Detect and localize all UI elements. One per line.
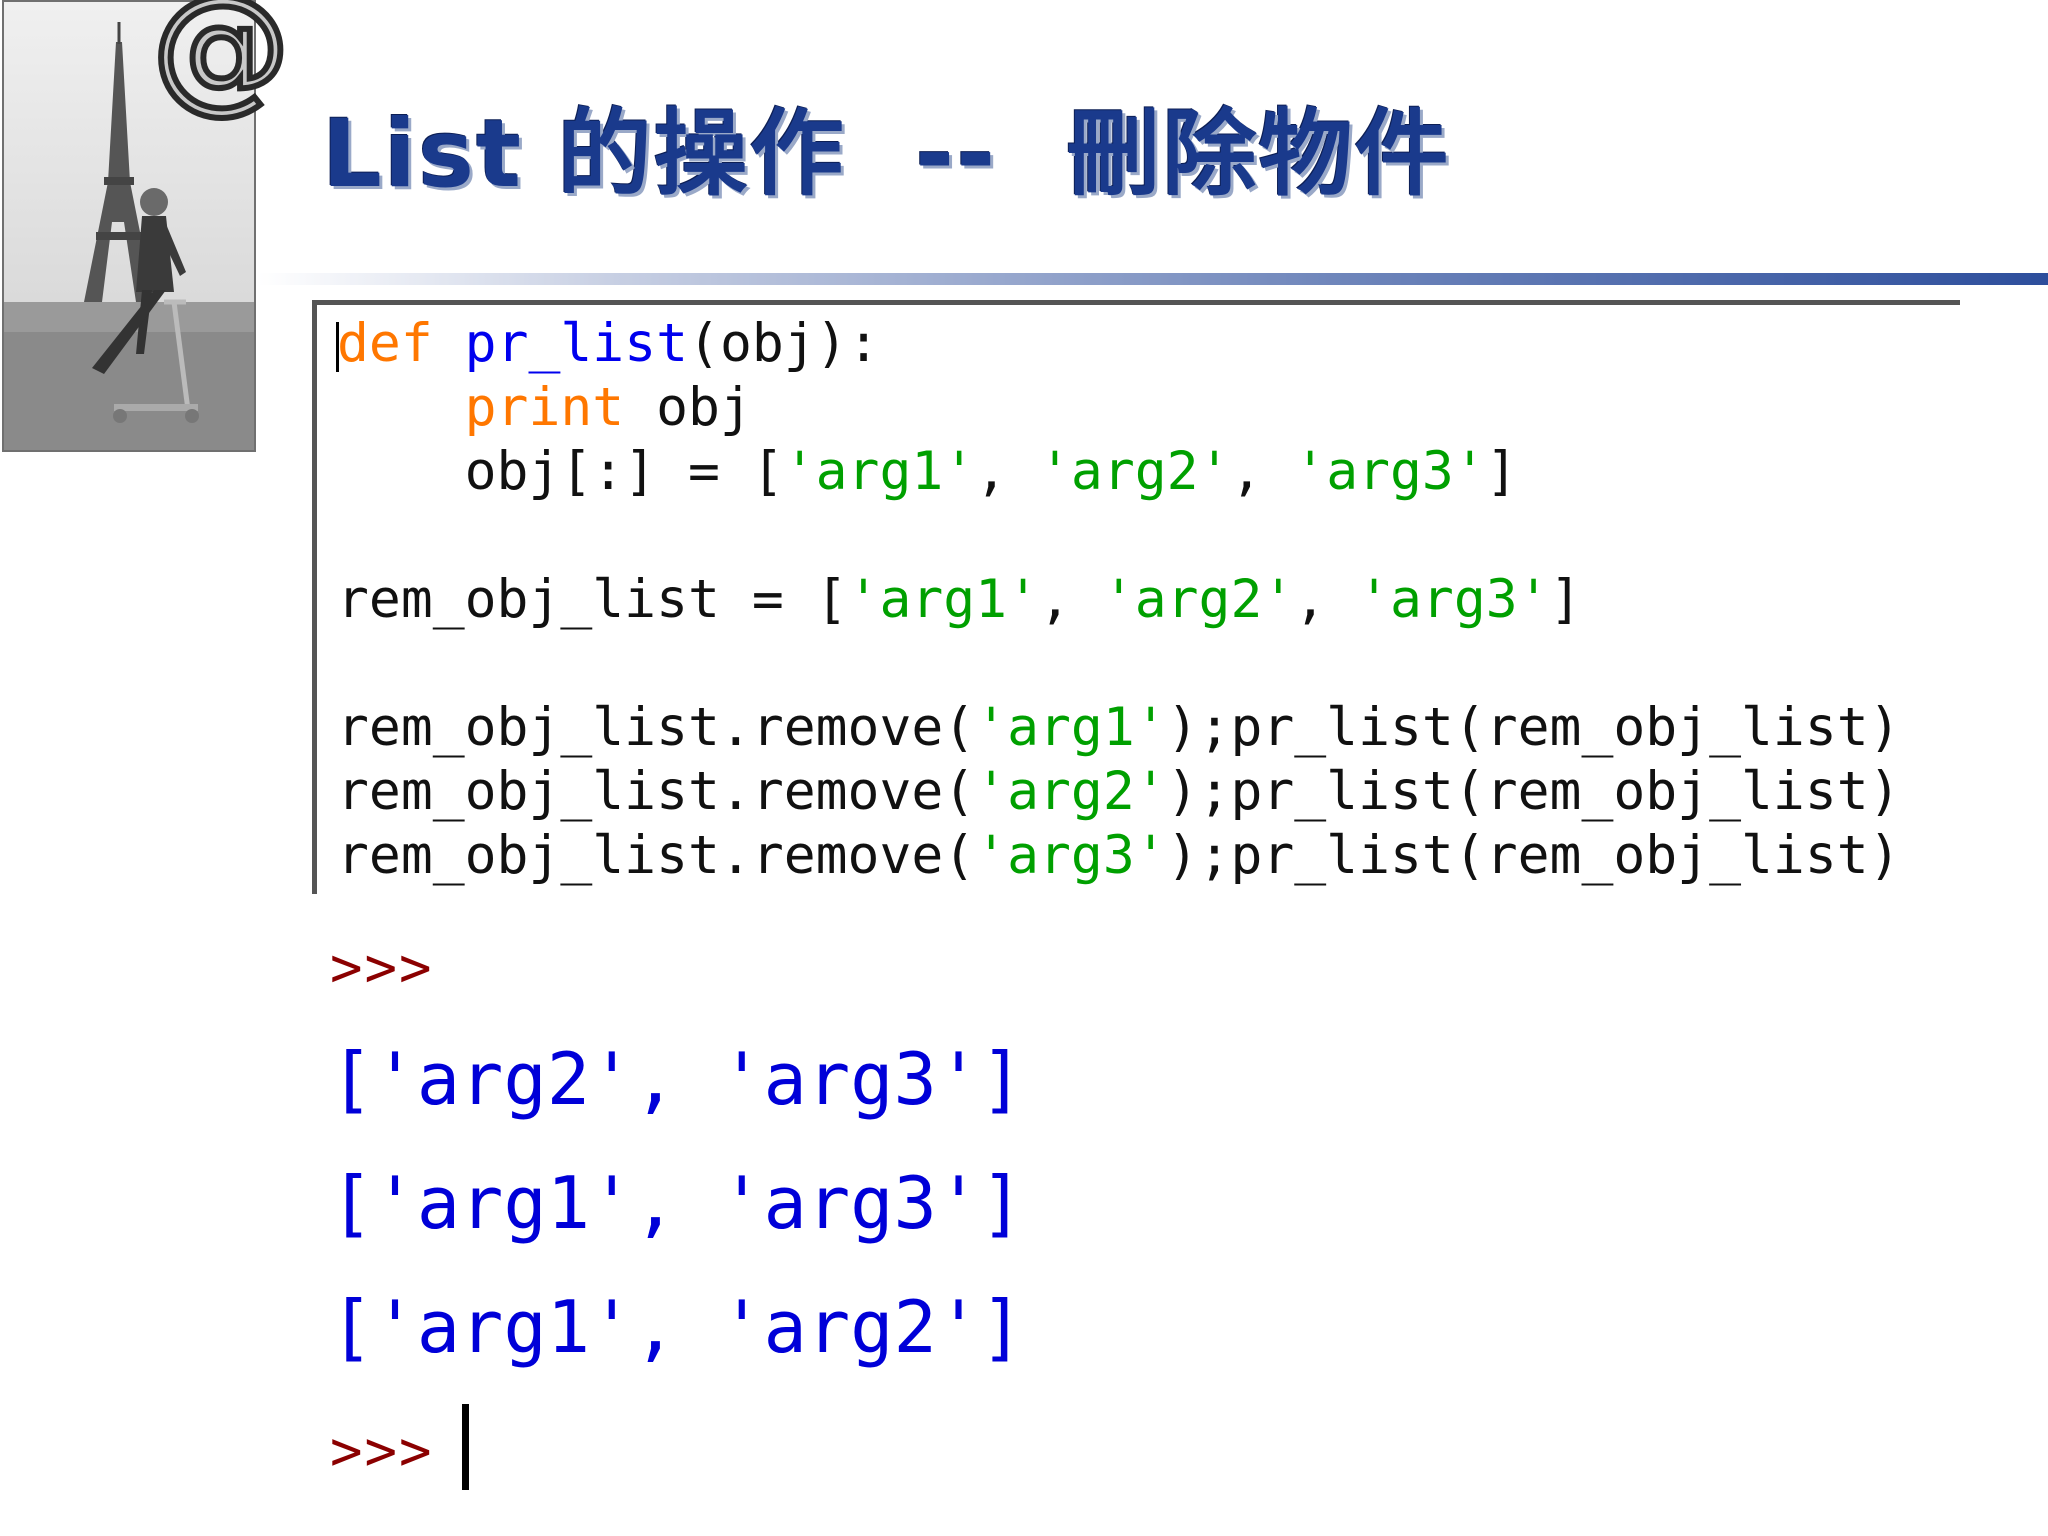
code-line: rem_obj_list.remove('arg1');pr_list(rem_… — [337, 696, 1901, 760]
code-line: rem_obj_list = ['arg1', 'arg2', 'arg3'] — [337, 568, 1901, 632]
code-token: 'arg2' — [1102, 569, 1295, 630]
code-token: );pr_list(rem_obj_list) — [1166, 825, 1901, 886]
shell-output-line: ['arg2', 'arg3'] — [330, 1037, 1024, 1121]
shell-prompt-active[interactable]: >>> — [330, 1404, 1024, 1490]
code-token: , — [1039, 569, 1103, 630]
code-token: print — [464, 377, 625, 438]
code-token: obj — [624, 377, 752, 438]
code-line: rem_obj_list.remove('arg2');pr_list(rem_… — [337, 760, 1901, 824]
shell-output-line: ['arg1', 'arg3'] — [330, 1161, 1024, 1245]
code-token: 'arg1' — [847, 569, 1039, 630]
at-logo-icon: @ — [149, 0, 293, 127]
code-token: 'arg1' — [783, 441, 976, 502]
shell-prompt-text: >>> — [330, 1419, 434, 1483]
code-token: 'arg2' — [1039, 441, 1231, 502]
code-token: pr_list — [464, 313, 689, 374]
code-token: 'arg2' — [975, 761, 1167, 822]
code-token: 'arg3' — [1294, 441, 1486, 502]
title-divider — [258, 273, 2048, 285]
code-line: def pr_list(obj): — [337, 312, 1901, 376]
code-token: , — [975, 441, 1040, 502]
code-token: , — [1294, 569, 1359, 630]
code-token: );pr_list(rem_obj_list) — [1166, 761, 1901, 822]
code-token: rem_obj_list = [ — [337, 569, 848, 630]
code-line: rem_obj_list.remove('arg3');pr_list(rem_… — [337, 824, 1901, 888]
code-token: rem_obj_list.remove( — [337, 825, 976, 886]
code-token: ] — [1549, 569, 1582, 630]
python-shell-output[interactable]: >>> ['arg2', 'arg3'] ['arg1', 'arg3'] ['… — [330, 900, 1024, 1491]
code-token: (obj): — [688, 313, 880, 374]
code-token: , — [1230, 441, 1295, 502]
code-line: obj[:] = ['arg1', 'arg2', 'arg3'] — [337, 440, 1901, 504]
code-token: rem_obj_list.remove( — [337, 697, 976, 758]
code-token: 'arg3' — [1358, 569, 1550, 630]
shell-prompt: >>> — [330, 936, 434, 999]
code-token: obj[:] = [ — [337, 441, 784, 502]
code-token: );pr_list(rem_obj_list) — [1166, 697, 1901, 758]
slide-title: List 的操作 -- 刪除物件 — [322, 100, 1451, 209]
code-token: def — [337, 313, 433, 374]
code-token: 'arg1' — [975, 697, 1167, 758]
code-token: 'arg3' — [975, 825, 1167, 886]
code-token: ] — [1485, 441, 1518, 502]
code-editor[interactable]: def pr_list(obj): print obj obj[:] = ['a… — [337, 312, 1901, 888]
shell-cursor — [461, 1404, 469, 1490]
code-line: print obj — [337, 376, 1901, 440]
shell-output-line: ['arg1', 'arg2'] — [330, 1285, 1024, 1369]
code-token: rem_obj_list.remove( — [337, 761, 976, 822]
